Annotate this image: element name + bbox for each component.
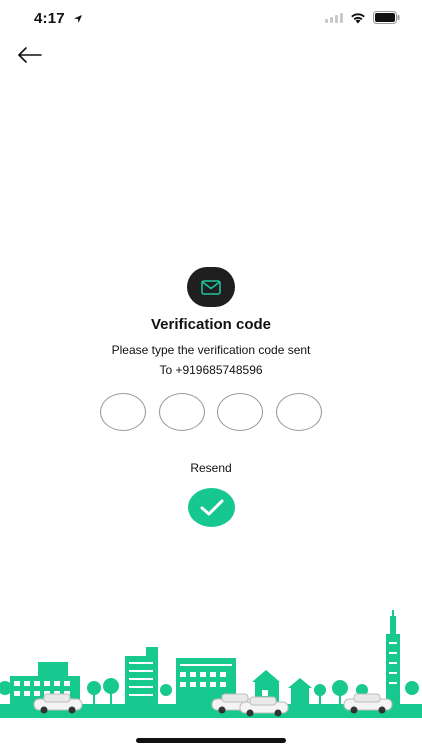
status-bar: 4:17: [0, 0, 422, 40]
location-arrow-icon: [74, 15, 82, 23]
otp-digit-1[interactable]: [100, 393, 146, 431]
status-time: 4:17: [34, 10, 65, 27]
city-skyline-illustration: [0, 610, 422, 718]
confirm-button[interactable]: [188, 488, 235, 527]
status-icons: [325, 11, 400, 24]
cellular-signal-icon: [325, 12, 343, 23]
mail-icon: [201, 279, 221, 295]
battery-icon: [373, 11, 400, 24]
otp-input-row: [100, 393, 322, 433]
instruction-text: Please type the verification code sent: [111, 343, 311, 357]
resend-link[interactable]: Resend: [0, 461, 422, 475]
checkmark-icon: [200, 499, 223, 515]
wifi-icon: [351, 12, 365, 23]
otp-digit-3[interactable]: [217, 393, 264, 431]
home-indicator[interactable]: [136, 738, 286, 743]
otp-digit-2[interactable]: [158, 393, 205, 431]
mail-badge: [187, 267, 235, 307]
page-title: Verification code: [150, 316, 272, 333]
phone-number-text: To +919685748596: [159, 363, 263, 377]
otp-digit-4[interactable]: [275, 393, 322, 431]
arrow-left-icon: [18, 47, 42, 63]
back-button[interactable]: [14, 42, 46, 68]
